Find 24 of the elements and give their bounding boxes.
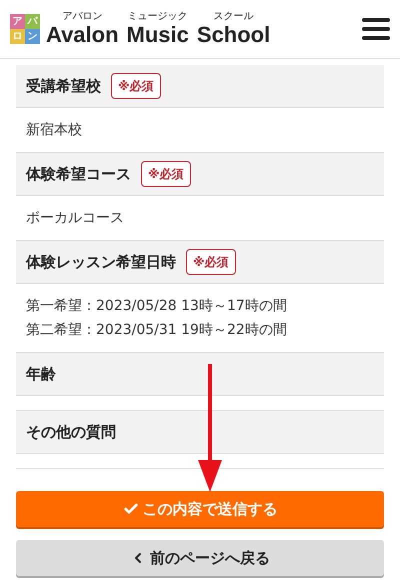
- logo-cell: ン: [25, 29, 40, 44]
- section-label: 受講希望校: [26, 76, 101, 97]
- title-ruby: ミュージック: [128, 12, 188, 22]
- site-title: Avalon: [46, 24, 119, 46]
- title-ruby: アバロン: [62, 12, 102, 22]
- logo-cell: ア: [10, 14, 25, 29]
- title-ruby: スクール: [214, 12, 254, 22]
- logo-cell: バ: [25, 14, 40, 29]
- required-badge: ※必須: [111, 73, 161, 99]
- section-value: 第二希望：2023/05/31 19時～22時の間: [26, 321, 288, 340]
- menu-icon[interactable]: [362, 18, 390, 40]
- site-title: School: [196, 24, 270, 46]
- required-badge: ※必須: [186, 249, 236, 275]
- section-label: 年齢: [26, 364, 56, 385]
- required-badge: ※必須: [141, 161, 191, 187]
- back-button[interactable]: 前のページへ戻る: [16, 540, 384, 576]
- section-value: ボーカルコース: [26, 209, 125, 228]
- section-label: 体験希望コース: [26, 164, 131, 185]
- section-label: その他の質問: [26, 422, 116, 443]
- section-value: 新宿本校: [26, 121, 83, 140]
- site-title: Music: [126, 24, 189, 46]
- section-value: 第一希望：2023/05/28 13時～17時の間: [26, 297, 288, 316]
- section-label: 体験レッスン希望日時: [26, 252, 176, 273]
- logo-cell: ロ: [10, 29, 25, 44]
